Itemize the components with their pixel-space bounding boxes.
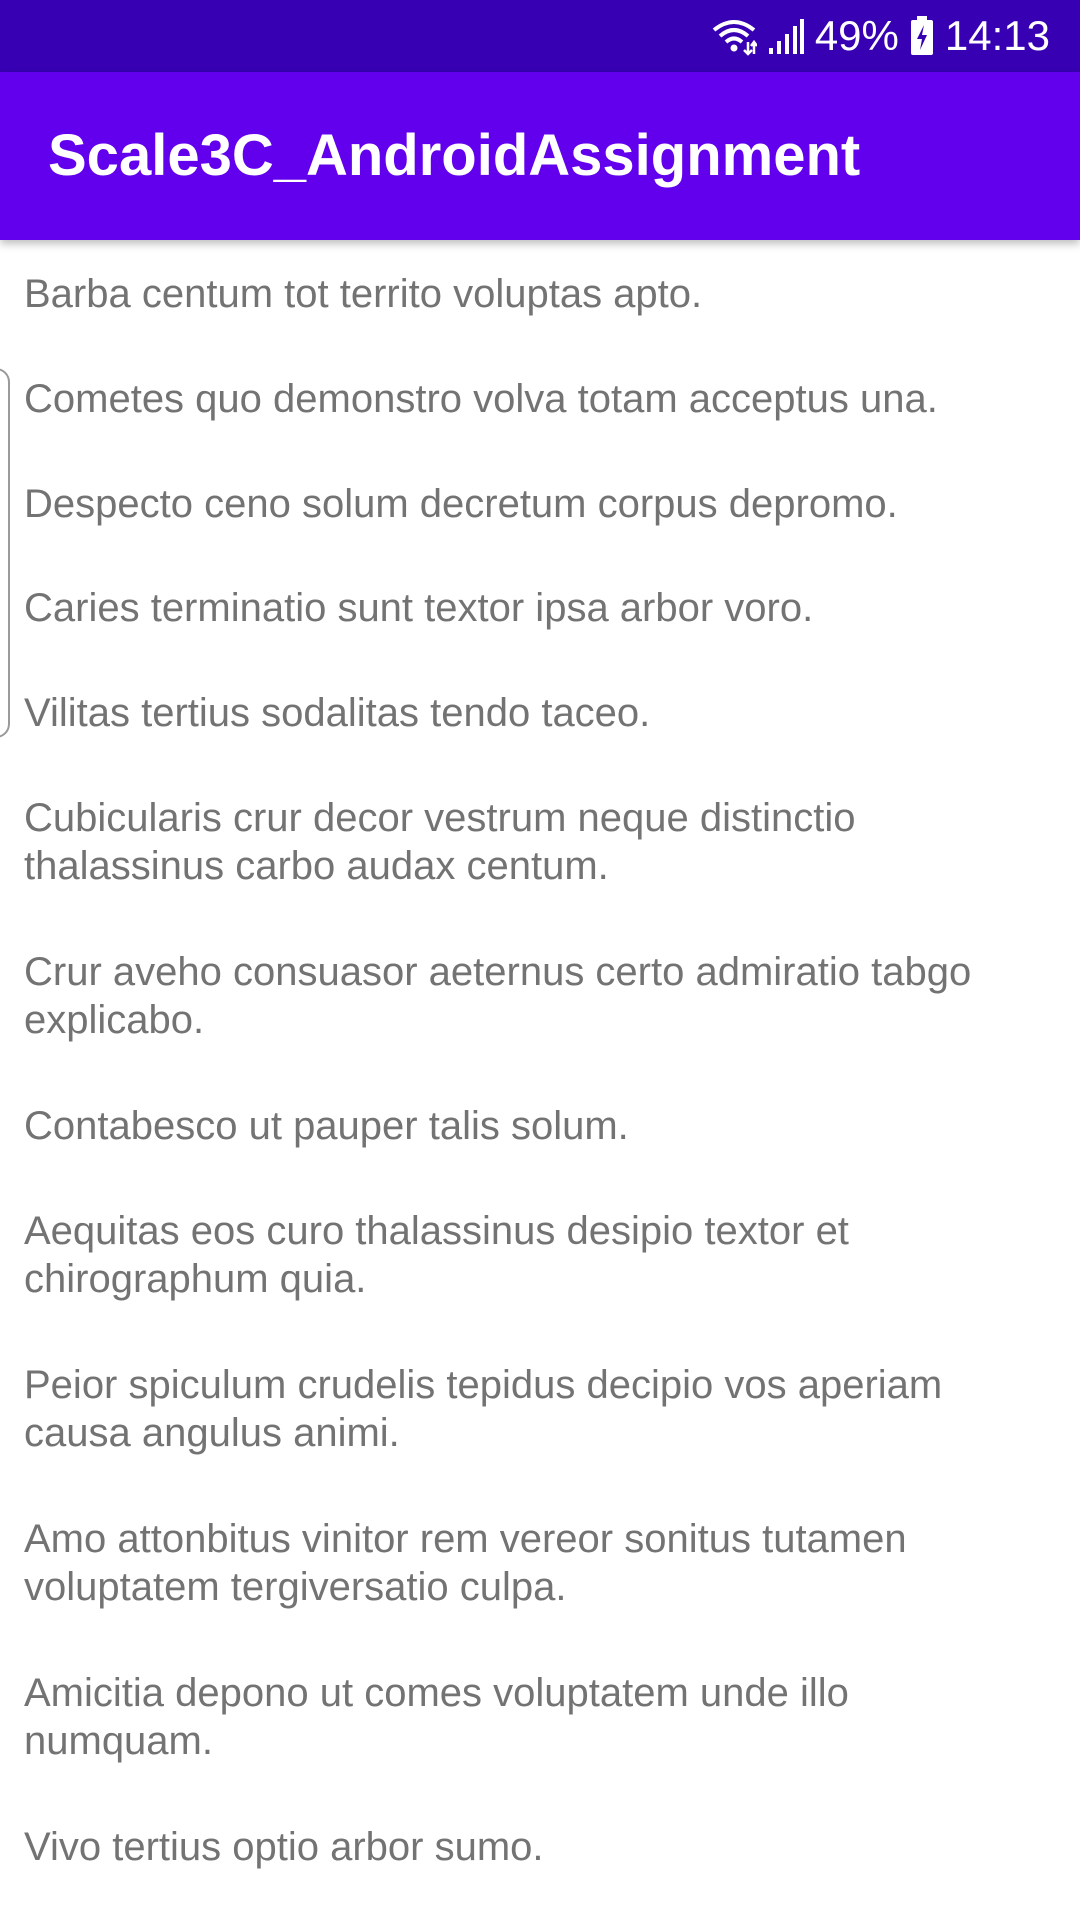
- clock: 14:13: [944, 12, 1050, 59]
- list-item: Amo attonbitus vinitor rem vereor sonitu…: [24, 1517, 907, 1609]
- list-item: Aequitas eos curo thalassinus desipio te…: [24, 1209, 849, 1301]
- edge-panel-handle[interactable]: [0, 368, 10, 738]
- app-title: Scale3C_AndroidAssignment: [48, 123, 861, 188]
- battery-percent: 49%: [814, 12, 899, 59]
- list-item: Barba centum tot territo voluptas apto.: [24, 272, 703, 316]
- wifi-icon: [711, 16, 757, 56]
- app-bar: Scale3C_AndroidAssignment: [0, 72, 1080, 240]
- list-item: Cubicularis crur decor vestrum neque dis…: [24, 796, 856, 888]
- list-item: Vivo tertius optio arbor sumo.: [24, 1825, 544, 1869]
- list-item: Crur aveho consuasor aeternus certo admi…: [24, 950, 972, 1042]
- list-item: Contabesco ut pauper talis solum.: [24, 1104, 629, 1148]
- list-item: Peior spiculum crudelis tepidus decipio …: [24, 1363, 943, 1455]
- list-item: Cometes quo demonstro volva totam accept…: [24, 377, 938, 421]
- text-list[interactable]: Barba centum tot territo voluptas apto. …: [0, 240, 1080, 1920]
- list-item: Vilitas tertius sodalitas tendo taceo.: [24, 691, 651, 735]
- list-item: Despecto ceno solum decretum corpus depr…: [24, 482, 898, 526]
- battery-icon: [909, 15, 935, 57]
- signal-icon: [767, 16, 805, 56]
- list-item: Amicitia depono ut comes voluptatem unde…: [24, 1671, 849, 1763]
- list-item: Caries terminatio sunt textor ipsa arbor…: [24, 586, 814, 630]
- status-bar: 49% 14:13: [0, 0, 1080, 72]
- status-icons: 49% 14:13: [711, 0, 1050, 72]
